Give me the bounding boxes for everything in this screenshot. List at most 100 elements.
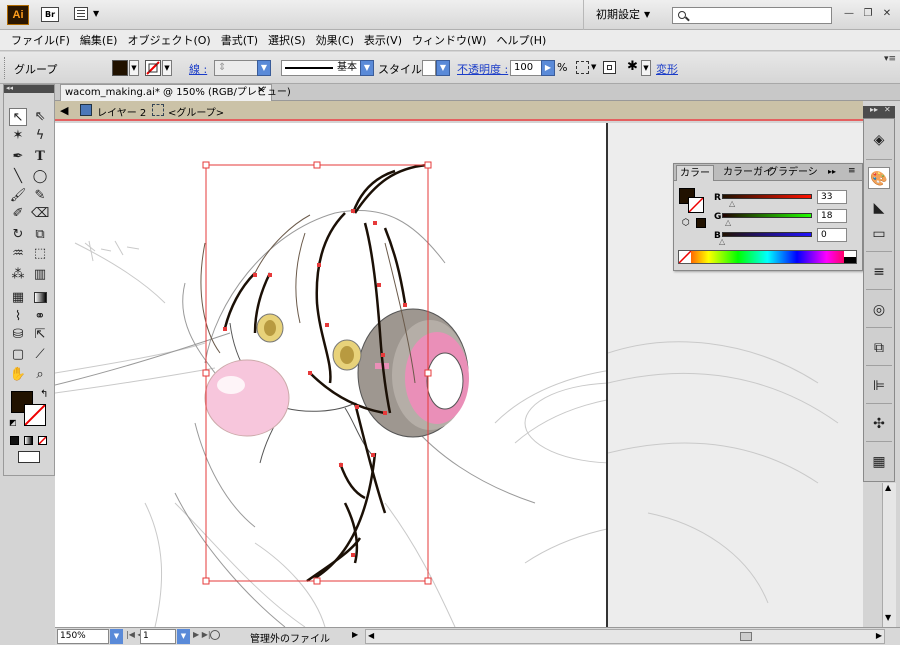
recolor-artwork-icon[interactable]: [576, 61, 589, 74]
dock-header[interactable]: ▸▸ ✕: [863, 105, 895, 118]
direct-selection-icon[interactable]: ⇖: [31, 108, 49, 126]
opacity-link[interactable]: 不透明度 :: [457, 61, 508, 77]
live-trace-icon[interactable]: ✱: [627, 59, 638, 74]
isolate-group-icon[interactable]: [603, 61, 616, 74]
b-slider-handle[interactable]: △: [719, 237, 725, 246]
transform-link[interactable]: 変形: [656, 61, 678, 77]
rotate-icon[interactable]: ↻: [9, 226, 27, 244]
workspace-switcher[interactable]: 初期設定: [583, 0, 663, 30]
g-value-field[interactable]: 18: [817, 209, 847, 223]
menu-file[interactable]: ファイル(F): [6, 32, 75, 48]
free-transform-icon[interactable]: ⬚: [31, 245, 49, 263]
mesh-icon[interactable]: ▦: [9, 289, 27, 307]
pencil-icon[interactable]: ✎: [31, 187, 49, 205]
arrange-documents-icon[interactable]: [74, 7, 88, 20]
document-tab[interactable]: wacom_making.ai* @ 150% (RGB/プレビュー): [60, 84, 291, 101]
paintbrush-icon[interactable]: 🖌: [9, 187, 27, 205]
menu-type[interactable]: 書式(T): [216, 32, 263, 48]
r-value-field[interactable]: 33: [817, 190, 847, 204]
scroll-thumb[interactable]: [740, 632, 752, 641]
chevron-down-icon[interactable]: ▼: [591, 63, 596, 71]
tab-gradient[interactable]: グラデーシ: [765, 165, 821, 181]
stroke-icon[interactable]: ≡: [868, 261, 890, 283]
appearance-icon[interactable]: ◎: [868, 299, 890, 321]
swatches-icon[interactable]: ▦: [868, 451, 890, 473]
grip-handle[interactable]: [4, 57, 7, 79]
chevron-down-icon[interactable]: ▼: [129, 60, 139, 76]
status-menu-icon[interactable]: ▶: [352, 630, 358, 639]
menu-select[interactable]: 選択(S): [263, 32, 311, 48]
color-icon[interactable]: 🎨: [868, 167, 890, 189]
stroke-color-box[interactable]: [24, 404, 46, 426]
restore-icon[interactable]: ❐: [861, 7, 875, 21]
color-mode-icon[interactable]: [10, 436, 19, 445]
out-of-gamut-icon[interactable]: ⬡: [682, 218, 690, 228]
graph-icon[interactable]: ▥: [31, 266, 49, 284]
zoom-field[interactable]: 150%: [57, 629, 109, 644]
none-mode-icon[interactable]: [38, 436, 47, 445]
stroke-swatch[interactable]: [688, 197, 704, 213]
screen-mode-icon[interactable]: [18, 451, 40, 463]
close-icon[interactable]: ✕: [880, 7, 894, 21]
menu-effect[interactable]: 効果(C): [311, 32, 359, 48]
breadcrumb-layer[interactable]: レイヤー 2: [97, 104, 146, 119]
chevron-down-icon[interactable]: ▼: [436, 60, 450, 76]
slice-icon[interactable]: ⟋: [31, 346, 49, 364]
breadcrumb-group[interactable]: <グループ>: [168, 104, 224, 119]
chevron-down-icon[interactable]: ▼: [93, 9, 99, 18]
bridge-button[interactable]: Br: [41, 7, 59, 22]
chevron-down-icon[interactable]: ▼: [257, 60, 271, 76]
b-value-field[interactable]: 0: [817, 228, 847, 242]
type-icon[interactable]: T: [31, 148, 49, 166]
g-slider-handle[interactable]: △: [725, 218, 731, 227]
tab-color[interactable]: カラー: [676, 165, 714, 181]
gradient-icon[interactable]: [31, 289, 49, 307]
scroll-left-icon[interactable]: ◀: [368, 631, 374, 640]
horizontal-scrollbar[interactable]: ◀ ▶: [365, 629, 885, 644]
live-paint-icon[interactable]: ⛁: [9, 326, 27, 344]
scroll-right-icon[interactable]: ▶: [876, 631, 882, 640]
close-tab-icon[interactable]: ✕: [257, 85, 265, 96]
chevron-down-icon[interactable]: ▼: [644, 10, 650, 19]
live-paint-select-icon[interactable]: ⇱: [31, 326, 49, 344]
chevron-down-icon[interactable]: ▼: [110, 629, 123, 644]
minimize-icon[interactable]: —: [842, 7, 856, 21]
zoom-icon[interactable]: ⌕: [31, 366, 49, 384]
menu-edit[interactable]: 編集(E): [75, 32, 123, 48]
align-icon[interactable]: ⊫: [868, 375, 890, 397]
stroke-swatch[interactable]: [145, 60, 161, 76]
layers-icon[interactable]: ◈: [868, 129, 890, 151]
graphic-style-swatch[interactable]: [422, 60, 436, 76]
transparency-icon[interactable]: ▭: [868, 223, 890, 245]
chevron-down-icon[interactable]: ▼: [641, 60, 651, 76]
last-page-icon[interactable]: ▶ ▶|: [193, 630, 211, 639]
pathfinder-icon[interactable]: ⧉: [868, 337, 890, 359]
panel-menu-icon[interactable]: ▾≡: [884, 54, 896, 64]
panel-header[interactable]: ◂◂: [4, 84, 54, 93]
pen-icon[interactable]: ✒: [9, 148, 27, 166]
warp-icon[interactable]: ♒: [9, 245, 27, 263]
reveal-icon[interactable]: [210, 630, 220, 640]
menu-window[interactable]: ウィンドウ(W): [407, 32, 491, 48]
eyedropper-icon[interactable]: ⌇: [9, 308, 27, 326]
line-icon[interactable]: ╲: [9, 168, 27, 186]
r-slider[interactable]: [722, 194, 812, 199]
scale-icon[interactable]: ⧉: [31, 226, 49, 244]
gradient-mode-icon[interactable]: [24, 436, 33, 445]
b-slider[interactable]: [722, 232, 812, 237]
page-field[interactable]: 1: [140, 629, 176, 644]
chevron-right-icon[interactable]: ▶: [541, 60, 555, 76]
menu-view[interactable]: 表示(V): [359, 32, 407, 48]
selection-icon[interactable]: ↖: [9, 108, 27, 126]
stroke-weight-field[interactable]: ⇕: [214, 60, 258, 76]
scroll-up-icon[interactable]: ▲: [885, 483, 891, 492]
gradient-panel-icon[interactable]: ◣: [868, 197, 890, 219]
chevron-down-icon[interactable]: ▼: [177, 629, 190, 644]
r-slider-handle[interactable]: △: [729, 199, 735, 208]
color-spectrum[interactable]: [678, 250, 857, 264]
stroke-link[interactable]: 線 :: [189, 61, 207, 77]
swap-icon[interactable]: ↰: [40, 389, 48, 400]
lasso-icon[interactable]: ϟ: [31, 127, 49, 145]
search-input[interactable]: [672, 7, 832, 24]
symbol-sprayer-icon[interactable]: ⁂: [9, 266, 27, 284]
